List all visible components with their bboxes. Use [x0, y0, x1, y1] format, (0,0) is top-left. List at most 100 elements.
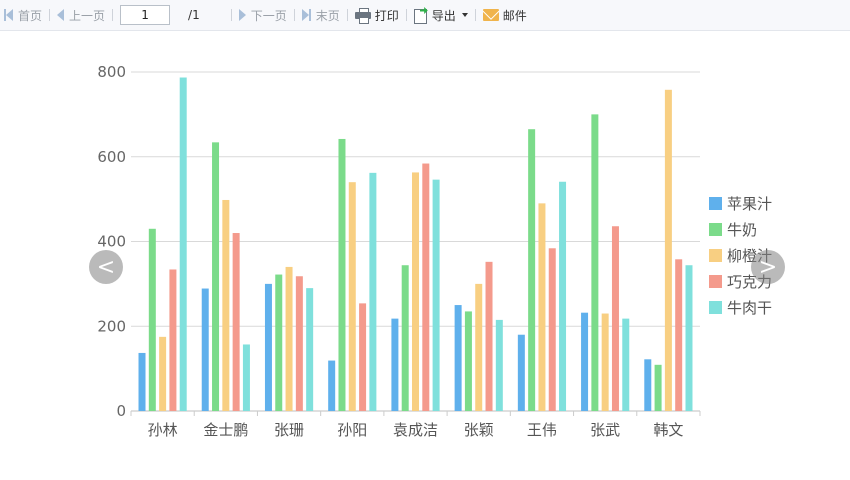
first-page-label: 首页: [18, 8, 43, 23]
x-tick-label: 张珊: [274, 421, 304, 439]
divider: [49, 9, 51, 21]
bar: [422, 163, 430, 411]
legend-label: 牛肉干: [727, 299, 772, 317]
bar: [644, 359, 652, 411]
bar: [159, 336, 167, 411]
bar: [685, 265, 693, 411]
bar: [275, 274, 283, 411]
x-tick-label: 孙林: [148, 421, 178, 439]
bar: [391, 318, 399, 411]
bar: [179, 77, 187, 411]
bar: [432, 179, 440, 411]
mail-label: 邮件: [502, 8, 527, 23]
y-tick-label: 600: [97, 148, 126, 166]
last-page-button[interactable]: 末页: [298, 4, 344, 26]
next-page-icon: [238, 9, 246, 21]
bar: [328, 360, 336, 411]
chevron-left-icon[interactable]: <: [89, 250, 123, 284]
next-page-label: 下一页: [250, 8, 287, 23]
legend-label: 牛奶: [727, 221, 757, 239]
bar: [528, 129, 536, 412]
bar: [654, 364, 662, 411]
bar: [201, 288, 209, 411]
legend-swatch: [709, 275, 722, 288]
bar: [538, 203, 546, 411]
bar: [559, 181, 567, 411]
mail-button[interactable]: 邮件: [479, 4, 531, 26]
divider: [405, 9, 407, 21]
bar: [359, 303, 367, 411]
bar: [664, 89, 672, 412]
bar: [295, 276, 303, 411]
export-button[interactable]: 导出: [410, 4, 472, 26]
prev-page-button[interactable]: 上一页: [53, 4, 109, 26]
bar: [485, 261, 493, 411]
legend-swatch: [709, 301, 722, 314]
y-tick-label: 400: [97, 233, 126, 251]
y-tick-label: 0: [116, 402, 126, 420]
print-button[interactable]: 打印: [351, 4, 403, 26]
last-page-label: 末页: [315, 8, 340, 23]
x-tick-label: 张武: [590, 421, 620, 439]
divider: [346, 9, 348, 21]
export-icon: [413, 7, 428, 24]
printer-icon: [354, 8, 371, 24]
bar: [464, 311, 472, 411]
page-number-input[interactable]: [120, 5, 171, 25]
last-page-icon: [301, 9, 309, 21]
x-tick-label: 张颖: [464, 421, 494, 439]
legend-swatch: [709, 249, 722, 262]
bar: [401, 265, 409, 411]
bar: [548, 248, 556, 411]
bar: [369, 172, 377, 411]
chevron-down-icon: [461, 13, 468, 17]
x-tick-label: 孙阳: [337, 421, 367, 439]
bar: [412, 172, 419, 411]
bar: [475, 283, 483, 411]
report-toolbar: 首页 上一页 /1 下一页 末页 打印 导出 邮件: [0, 0, 850, 31]
export-label: 导出: [431, 8, 456, 23]
mail-icon: [482, 9, 499, 21]
bar: [306, 288, 314, 411]
bar: [285, 266, 293, 411]
print-label: 打印: [374, 8, 399, 23]
bar: [212, 142, 220, 411]
x-tick-label: 金士鹏: [203, 421, 248, 439]
chevron-right-icon[interactable]: >: [751, 250, 785, 284]
bar: [601, 313, 609, 411]
divider: [474, 9, 476, 21]
bar: [454, 305, 462, 411]
x-tick-label: 袁成洁: [393, 421, 438, 439]
page-total-label: /1: [188, 8, 200, 22]
y-tick-label: 800: [97, 63, 126, 81]
legend-label: 苹果汁: [727, 195, 772, 213]
next-page-button[interactable]: 下一页: [235, 4, 291, 26]
bar-chart: 0200400600800孙林 金士鹏 张珊 孙阳 袁成洁 张颖 王伟 张武 韩文苹果汁牛奶柳橙…: [97, 63, 772, 439]
legend-swatch: [709, 197, 722, 210]
prev-page-label: 上一页: [69, 8, 106, 23]
bar: [675, 259, 683, 411]
divider: [293, 9, 295, 21]
x-tick-label: 王伟: [527, 421, 557, 439]
bar: [232, 233, 240, 411]
bar: [611, 226, 619, 411]
first-page-button[interactable]: 首页: [0, 4, 46, 26]
bar: [242, 344, 250, 411]
bar: [338, 138, 346, 411]
legend-swatch: [709, 223, 722, 236]
prev-page-icon: [57, 9, 65, 21]
divider: [230, 9, 232, 21]
bar: [622, 318, 630, 411]
bar: [591, 114, 599, 411]
divider: [112, 9, 114, 21]
bar: [495, 319, 503, 411]
bar: [148, 228, 156, 411]
bar: [517, 334, 525, 411]
bar: [138, 352, 146, 411]
y-tick-label: 200: [97, 317, 126, 335]
x-tick-label: 韩文: [653, 421, 683, 439]
bar: [222, 199, 230, 411]
bar: [264, 283, 272, 411]
bar: [169, 269, 177, 411]
bar: [348, 182, 356, 411]
